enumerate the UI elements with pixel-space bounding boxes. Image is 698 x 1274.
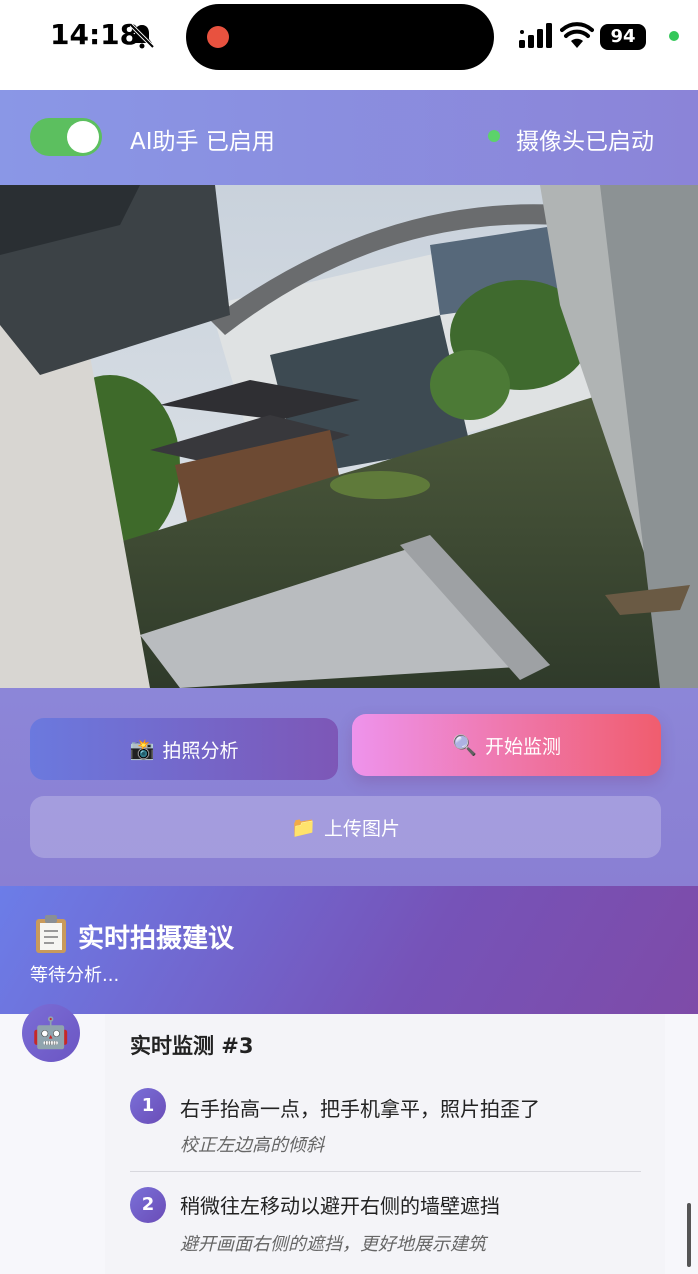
ai-status-label: AI助手 已启用 (130, 129, 275, 155)
suggestion-note: 避开画面右侧的遮挡，更好地展示建筑 (180, 1234, 486, 1255)
divider (130, 1171, 641, 1172)
bell-slash-icon (129, 23, 155, 49)
result-title: 实时监测 #3 (130, 1034, 254, 1058)
upload-image-button[interactable]: 📁 上传图片 (30, 796, 661, 858)
camera-status-label: 摄像头已启动 (516, 129, 654, 155)
step-number-badge: 2 (130, 1187, 166, 1223)
suggestion-text: 稍微往左移动以避开右侧的墙壁遮挡 (180, 1194, 500, 1218)
camera-preview-image (0, 185, 698, 688)
suggestions-title: 实时拍摄建议 (78, 924, 235, 954)
upload-image-label: 上传图片 (323, 817, 400, 840)
folder-icon: 📁 (291, 815, 316, 839)
robot-avatar: 🤖 (22, 1004, 80, 1062)
suggestions-status: 等待分析... (30, 965, 120, 986)
privacy-indicator (669, 31, 679, 41)
recording-indicator (207, 26, 229, 48)
suggestion-note: 校正左边高的倾斜 (180, 1135, 324, 1156)
ai-assistant-toggle[interactable] (30, 118, 102, 156)
photo-analysis-button[interactable]: 📸 拍照分析 (30, 718, 338, 780)
dynamic-island (186, 4, 494, 70)
scrollbar[interactable] (687, 1203, 691, 1267)
signal-icon (519, 23, 552, 48)
toggle-knob (67, 121, 99, 153)
camera-status-dot (488, 130, 500, 142)
status-time: 14:18 (50, 18, 140, 51)
wifi-icon (560, 22, 594, 48)
photo-analysis-label: 拍照分析 (162, 739, 239, 762)
camera-preview[interactable] (0, 185, 698, 688)
battery-icon: 94 (600, 24, 646, 50)
magnifier-icon: 🔍 (452, 733, 477, 757)
clipboard-icon (36, 915, 66, 953)
camera-flash-icon: 📸 (129, 737, 155, 761)
start-monitor-label: 开始监测 (484, 735, 561, 758)
start-monitor-button[interactable]: 🔍 开始监测 (352, 714, 661, 776)
step-number-badge: 1 (130, 1088, 166, 1124)
suggestion-text: 右手抬高一点，把手机拿平，照片拍歪了 (180, 1097, 540, 1121)
